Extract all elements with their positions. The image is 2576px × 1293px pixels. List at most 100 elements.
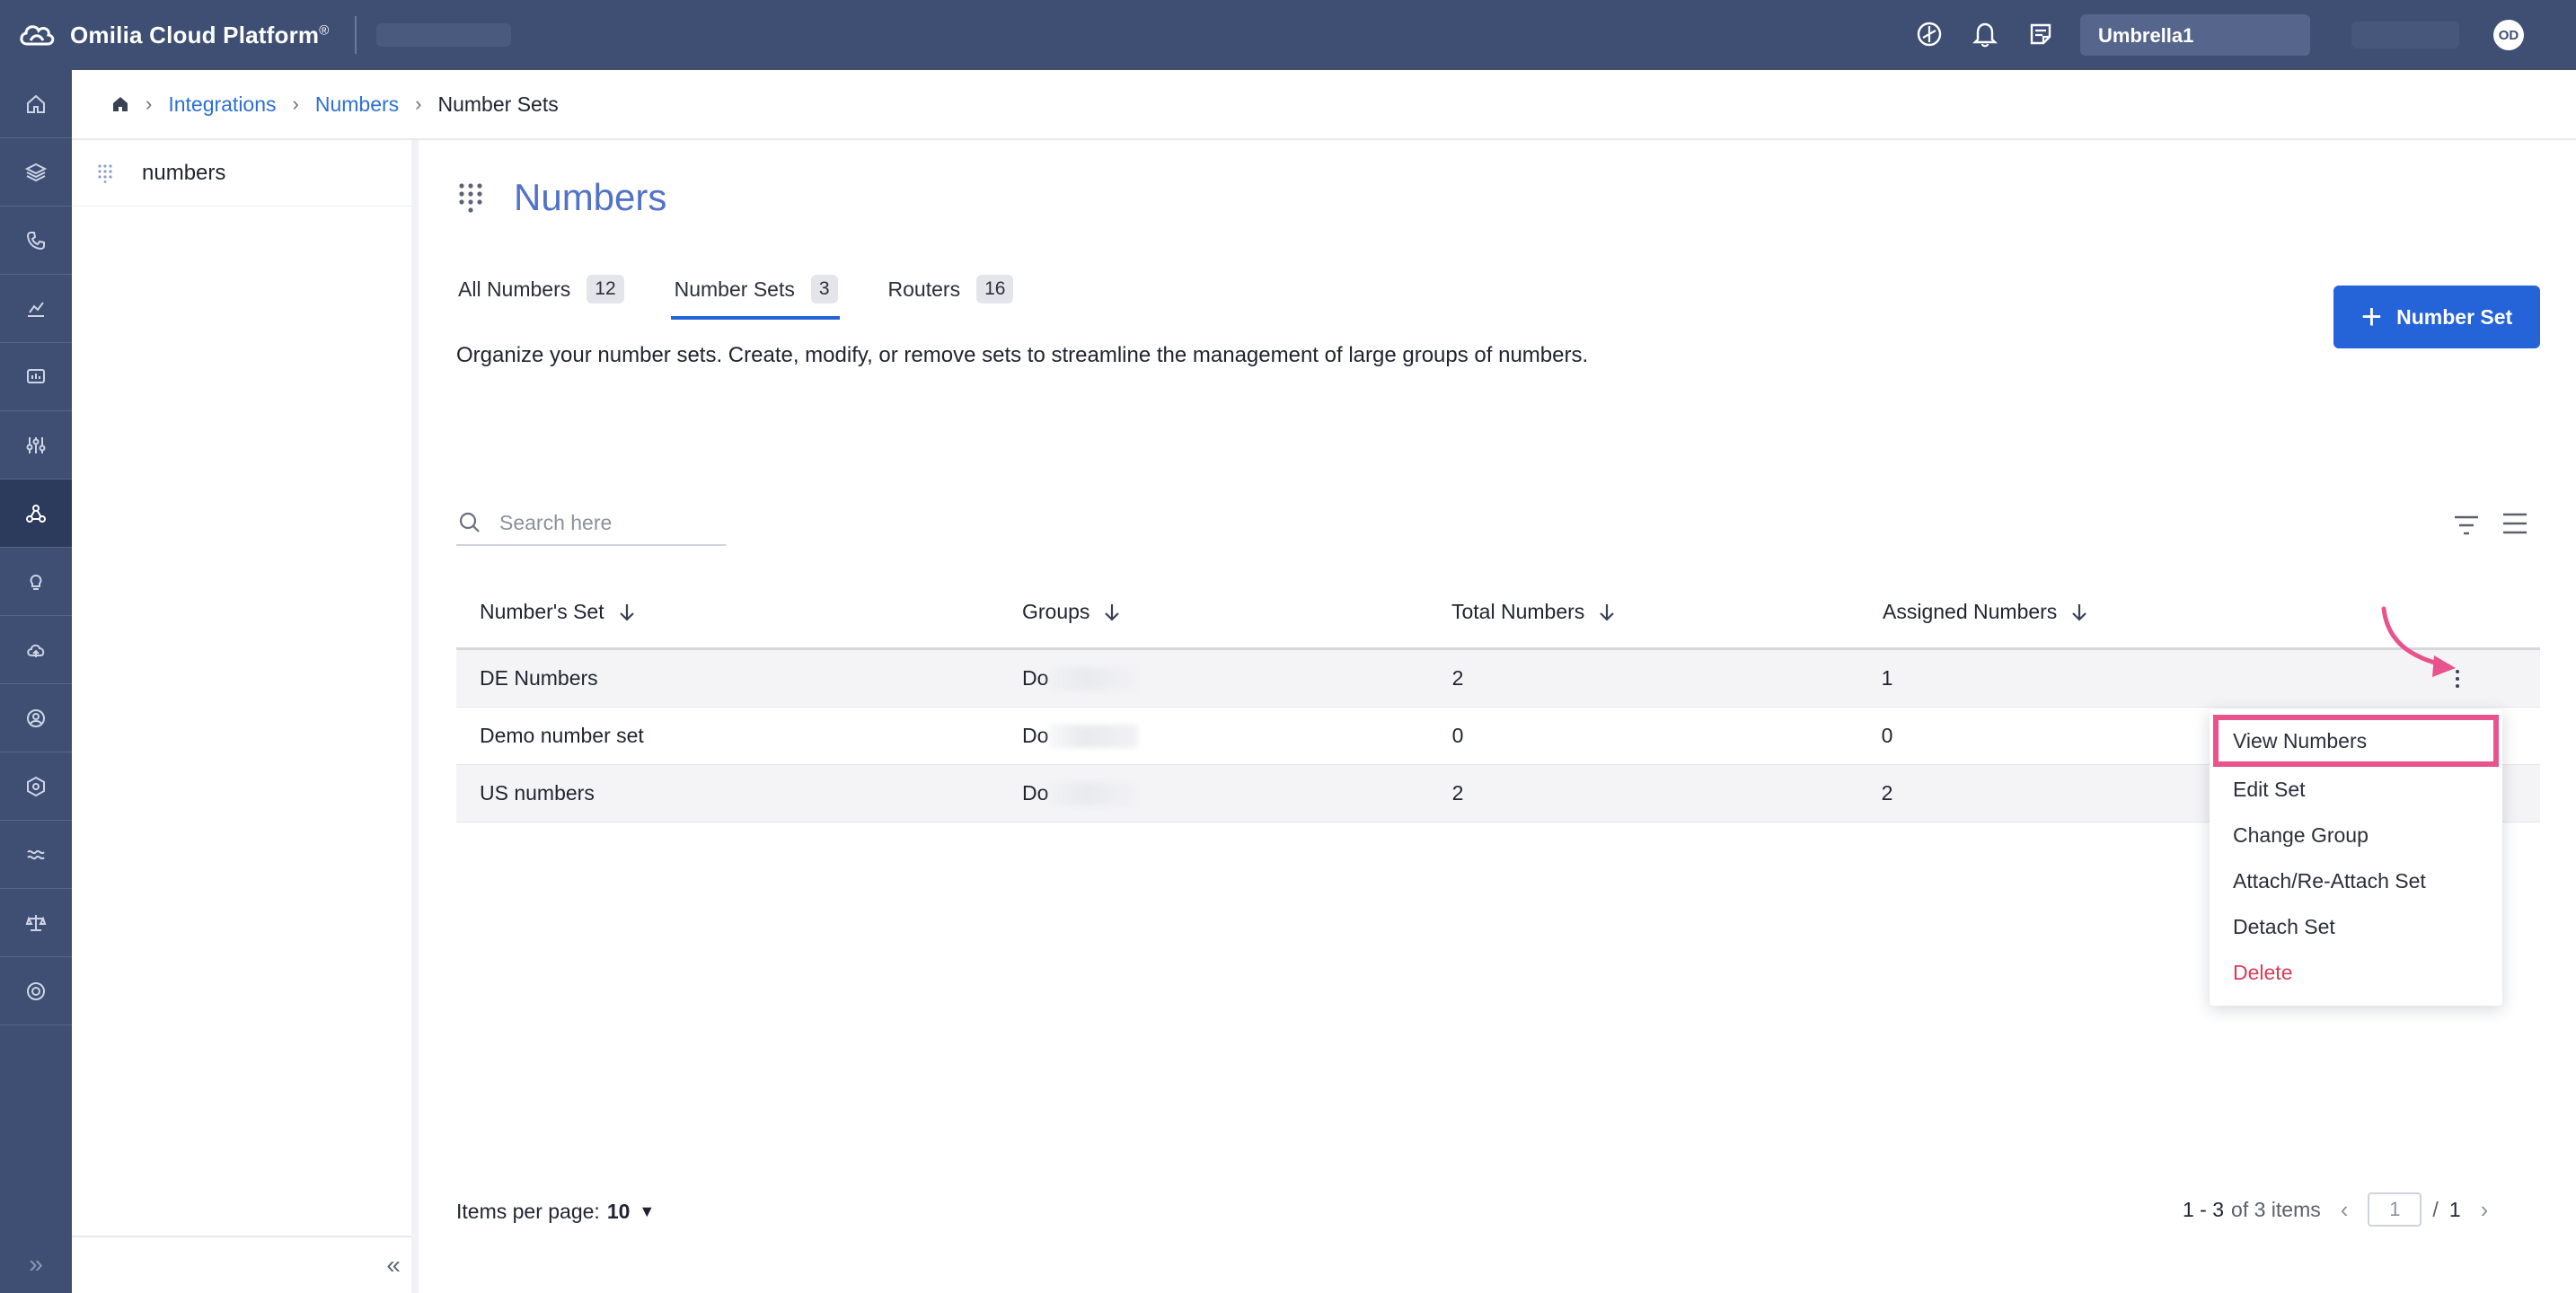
tab-routers[interactable]: Routers 16 (888, 275, 1014, 320)
app-name: Omilia Cloud Platform (70, 21, 320, 48)
menu-item-detach-set[interactable]: Detach Set (2210, 904, 2502, 950)
tab-label: All Numbers (458, 277, 571, 301)
monitor-icon[interactable] (0, 343, 72, 411)
menu-item-view-numbers[interactable]: View Numbers (2213, 715, 2499, 767)
column-settings-icon[interactable] (2499, 508, 2531, 539)
row-actions-menu: View Numbers Edit Set Change Group Attac… (2210, 709, 2502, 1006)
search-icon (459, 512, 480, 532)
group-text: Do (1022, 723, 1049, 747)
tab-all-numbers[interactable]: All Numbers 12 (458, 275, 624, 320)
sidepanel-item-numbers[interactable]: numbers (72, 140, 411, 207)
tenant-selector[interactable]: Umbrella1 (2080, 14, 2310, 56)
menu-item-delete[interactable]: Delete (2210, 950, 2502, 996)
more-options-icon[interactable] (2448, 668, 2466, 690)
caret-down-icon[interactable]: ▼ (639, 1202, 655, 1221)
blurred-field (2351, 22, 2459, 48)
column-label: Groups (1022, 600, 1090, 623)
page-header: Numbers (458, 176, 666, 219)
menu-item-attach-set[interactable]: Attach/Re-Attach Set (2210, 858, 2502, 904)
brand[interactable]: Omilia Cloud Platform® (16, 17, 330, 53)
analytics-icon[interactable] (0, 275, 72, 343)
cloud-icon[interactable] (0, 616, 72, 684)
lightbulb-icon[interactable] (0, 548, 72, 616)
top-icons (1913, 18, 2057, 50)
tab-label: Number Sets (674, 277, 795, 301)
cell-total: 2 (1451, 666, 1464, 690)
group-text: Do (1022, 665, 1049, 690)
wave-icon[interactable] (0, 821, 72, 889)
avatar[interactable]: OD (2493, 20, 2524, 50)
topbar-divider (354, 16, 357, 54)
sliders-icon[interactable] (0, 411, 72, 479)
sort-arrow-icon (619, 603, 634, 621)
cell-assigned: 0 (1881, 724, 1893, 747)
column-header-numbers-set[interactable]: Number's Set (480, 600, 635, 624)
breadcrumb: › Integrations › Numbers › Number Sets (72, 70, 2576, 140)
column-header-total-numbers[interactable]: Total Numbers (1451, 600, 1615, 624)
tab-count-badge: 3 (810, 275, 838, 303)
button-label: Number Set (2396, 304, 2513, 329)
notes-icon[interactable] (2025, 18, 2057, 50)
add-number-set-button[interactable]: + Number Set (2333, 286, 2540, 348)
chevron-right-icon: › (415, 92, 422, 115)
next-page-button[interactable]: › (2481, 1196, 2489, 1224)
items-per-page: Items per page: 10 ▼ (456, 1200, 655, 1224)
bell-icon[interactable] (1969, 18, 2001, 50)
integrations-icon[interactable] (0, 479, 72, 548)
dialpad-icon (98, 163, 112, 183)
dashboard-icon[interactable] (1913, 18, 1945, 50)
filter-icon[interactable] (2450, 510, 2483, 541)
scale-icon[interactable] (0, 889, 72, 957)
items-per-page-select[interactable]: 10 (607, 1200, 631, 1224)
search-box (456, 501, 726, 546)
left-rail: » (0, 70, 72, 1293)
sidepanel-item-label: numbers (142, 160, 226, 185)
tab-number-sets[interactable]: Number Sets 3 (670, 275, 840, 320)
prev-page-button[interactable]: ‹ (2341, 1196, 2349, 1224)
layers-icon[interactable] (0, 138, 72, 207)
cell-groups: Do (1022, 665, 1139, 691)
breadcrumb-integrations[interactable]: Integrations (168, 92, 276, 117)
expand-rail-button[interactable]: » (0, 1236, 72, 1293)
top-bar: Omilia Cloud Platform® Umbrella1 OD (0, 0, 2576, 70)
breadcrumb-numbers[interactable]: Numbers (315, 92, 399, 117)
blurred-text (1048, 725, 1139, 749)
cell-set-name: US numbers (480, 781, 595, 805)
home-breadcrumb-icon[interactable] (111, 95, 129, 113)
support-icon[interactable] (0, 684, 72, 752)
collapse-panel-button[interactable]: « (72, 1236, 411, 1293)
cell-assigned: 2 (1881, 781, 1893, 805)
cell-total: 2 (1451, 781, 1464, 805)
items-per-page-label: Items per page: (456, 1200, 600, 1223)
hexagon-icon[interactable] (0, 752, 72, 821)
column-header-assigned-numbers[interactable]: Assigned Numbers (1883, 600, 2087, 624)
phone-icon[interactable] (0, 207, 72, 275)
tab-count-badge: 12 (587, 275, 624, 303)
tab-count-badge: 16 (976, 275, 1014, 303)
page-separator: / (2432, 1197, 2439, 1221)
table-header: Number's Set Groups Total Numbers Assign… (456, 576, 2540, 650)
total-pages: 1 (2448, 1197, 2461, 1221)
globe-icon[interactable] (0, 957, 72, 1025)
column-label: Assigned Numbers (1883, 600, 2058, 623)
breadcrumb-current: Number Sets (437, 92, 559, 116)
cell-assigned: 1 (1881, 666, 1893, 690)
page-number-input[interactable] (2368, 1192, 2422, 1227)
search-input[interactable] (499, 510, 715, 535)
menu-item-change-group[interactable]: Change Group (2210, 813, 2502, 858)
sort-arrow-icon (1600, 603, 1615, 621)
chevron-right-icon: › (146, 92, 153, 115)
menu-item-edit-set[interactable]: Edit Set (2210, 767, 2502, 813)
column-header-groups[interactable]: Groups (1022, 600, 1120, 624)
cell-set-name: Demo number set (480, 724, 644, 747)
table-row[interactable]: DE Numbers Do 2 1 (456, 650, 2540, 708)
page-title: Numbers (514, 176, 667, 218)
column-label: Total Numbers (1451, 600, 1585, 623)
cell-groups: Do (1022, 781, 1139, 806)
cloud-logo-icon (20, 25, 55, 46)
cell-total: 0 (1451, 724, 1464, 747)
home-icon[interactable] (0, 70, 72, 138)
chevron-right-icon: › (292, 92, 299, 115)
registered-mark: ® (319, 22, 330, 38)
blurred-text (1048, 667, 1139, 691)
